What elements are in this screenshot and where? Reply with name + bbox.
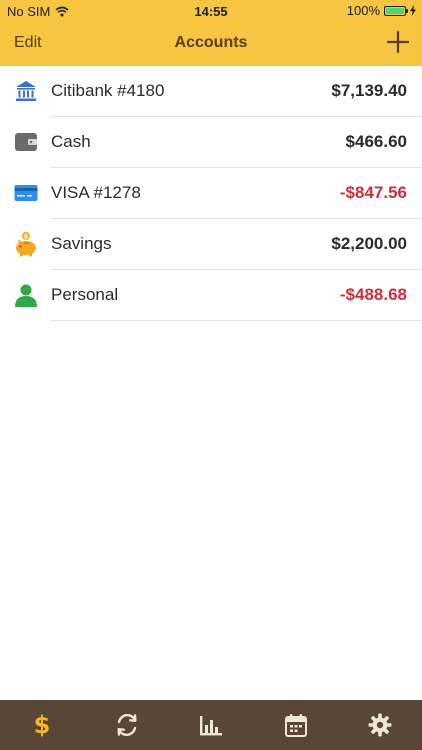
account-balance: $466.60	[345, 132, 407, 151]
add-icon[interactable]	[386, 30, 410, 54]
page-title: Accounts	[174, 34, 248, 51]
bank-icon	[14, 79, 38, 103]
account-balance: $7,139.40	[331, 81, 407, 100]
account-name: Personal	[51, 285, 119, 304]
tab-calendar[interactable]	[282, 711, 310, 739]
account-row-cash[interactable]: Cash $466.60	[0, 117, 422, 168]
calendar-icon	[285, 714, 307, 737]
top-bar: No SIM 14:55 100% Edit Accounts	[0, 0, 422, 66]
svg-text:$: $	[24, 233, 28, 240]
status-bar: No SIM 14:55 100%	[0, 0, 422, 22]
dollar-icon: $	[33, 711, 51, 739]
account-balance: -$488.68	[339, 285, 407, 304]
account-name: Citibank #4180	[51, 81, 165, 100]
account-balance: $2,200.00	[331, 234, 407, 253]
account-name: Savings	[51, 234, 112, 253]
wallet-icon	[14, 130, 38, 154]
credit-card-icon	[14, 181, 38, 205]
tab-accounts[interactable]: $	[28, 711, 56, 739]
row-divider	[51, 320, 422, 321]
battery-percent: 100%	[346, 3, 380, 18]
status-right: 100%	[347, 3, 416, 18]
tab-settings[interactable]	[366, 711, 394, 739]
account-name: VISA #1278	[51, 183, 141, 202]
account-row-savings[interactable]: $ Savings $2,200.00	[0, 219, 422, 270]
charging-icon	[410, 5, 416, 16]
tab-sync[interactable]	[113, 711, 141, 739]
accounts-list: Citibank #4180 $7,139.40 Cash $466.60 VI…	[0, 66, 422, 321]
account-row-citibank[interactable]: Citibank #4180 $7,139.40	[0, 66, 422, 117]
account-row-personal[interactable]: Personal -$488.68	[0, 270, 422, 321]
sync-icon	[117, 713, 137, 737]
tab-reports[interactable]	[197, 711, 225, 739]
person-icon	[14, 283, 38, 307]
bar-chart-icon	[200, 716, 222, 736]
nav-bar: Edit Accounts	[0, 22, 422, 66]
battery-icon	[384, 5, 408, 16]
gear-icon	[368, 713, 392, 737]
account-row-visa[interactable]: VISA #1278 -$847.56	[0, 168, 422, 219]
account-balance: -$847.56	[339, 183, 407, 202]
piggy-bank-icon: $	[14, 231, 38, 257]
tab-bar: $	[0, 700, 422, 750]
account-name: Cash	[51, 132, 91, 151]
